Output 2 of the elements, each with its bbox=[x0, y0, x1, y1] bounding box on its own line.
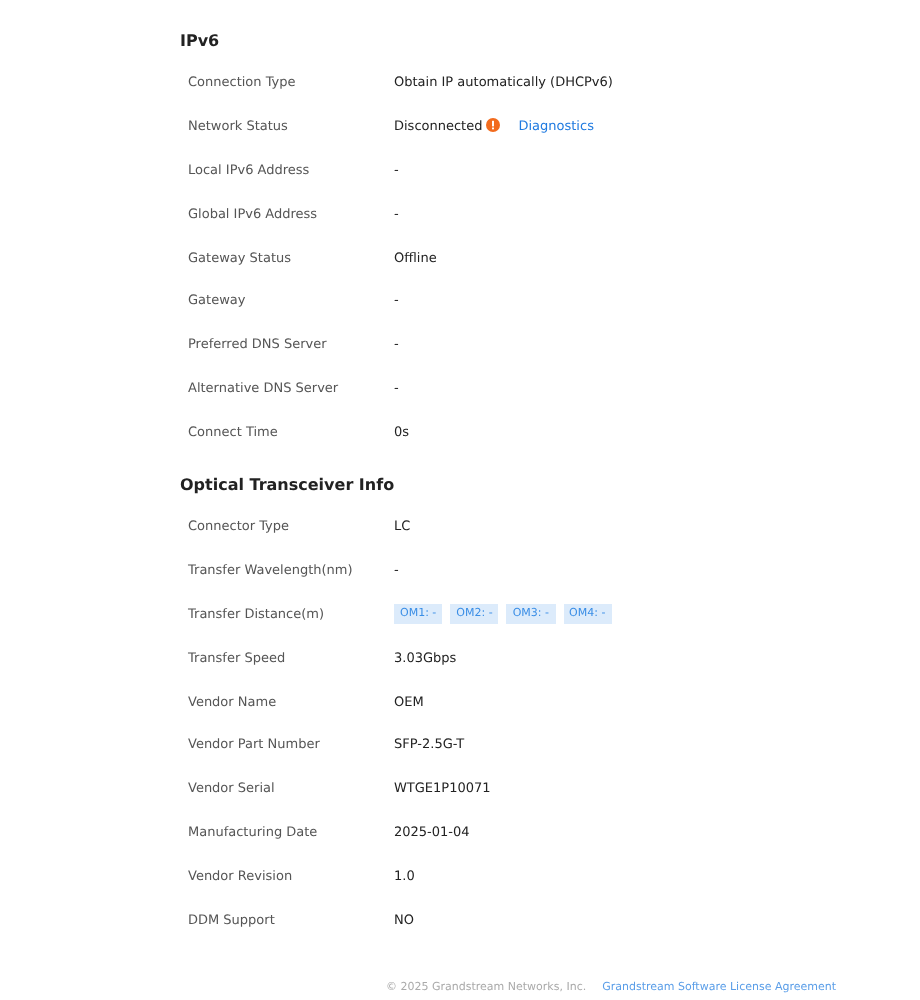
section-title: IPv6 bbox=[180, 30, 222, 54]
section-title: Optical Transceiver Info bbox=[180, 474, 397, 499]
